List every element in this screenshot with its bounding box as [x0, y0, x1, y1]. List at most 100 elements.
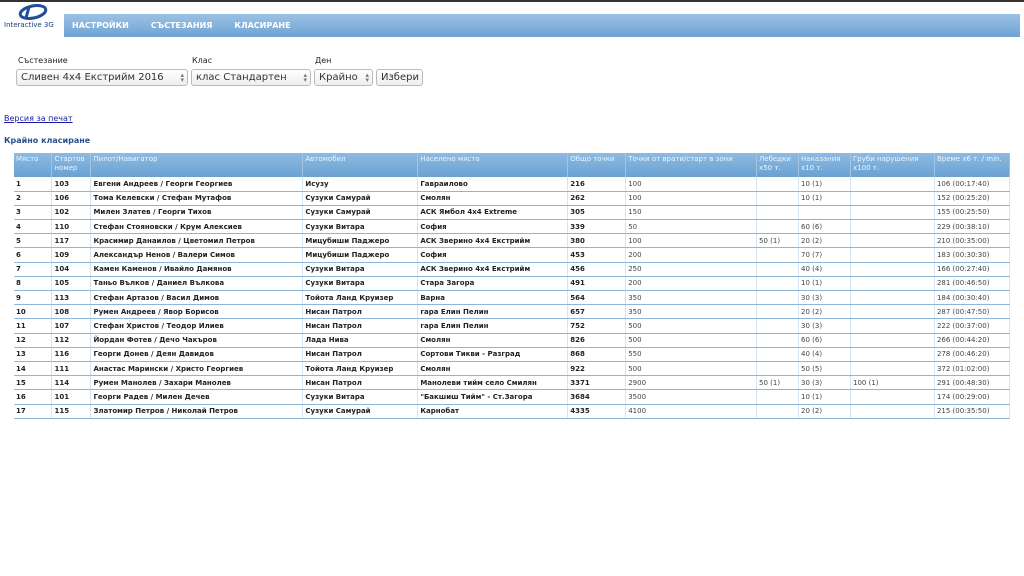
cell-gate-points: 350	[625, 290, 758, 306]
cell-total-points: 826	[567, 333, 627, 348]
cell-penalties: 60 (6)	[798, 219, 852, 235]
cell-winch	[756, 290, 800, 306]
table-row: 4 110 Стефан Стояновски / Крум Алексиев Суз…	[14, 219, 1011, 235]
cell-place: 6	[14, 247, 53, 263]
cell-gate-points: 4100	[625, 404, 758, 419]
cell-gate-points: 350	[625, 304, 758, 320]
cell-pilot-navigator: Стефан Христов / Теодор Илиев	[90, 318, 304, 334]
cell-time: 215 (00:35:50)	[934, 404, 1011, 419]
cell-vehicle: Мицубиши Паджеро	[302, 247, 419, 263]
cell-penalties: 40 (4)	[798, 262, 852, 277]
cell-total-points: 4335	[567, 404, 627, 419]
cell-total-points: 305	[567, 205, 627, 221]
cell-gate-points: 200	[625, 276, 758, 292]
cell-city: Карнобат	[417, 404, 569, 419]
cell-pilot-navigator: Румен Андреев / Явор Борисов	[90, 304, 304, 320]
cell-time: 152 (00:25:20)	[934, 191, 1011, 206]
class-select[interactable]: клас Стандартен ▴ ▾	[191, 69, 311, 86]
cell-violations	[850, 333, 935, 348]
cell-total-points: 380	[567, 233, 627, 249]
table-row: 6 109 Александър Ненов / Валери Симов Мицуб…	[14, 247, 1011, 263]
cell-vehicle: Нисан Патрол	[302, 375, 419, 391]
cell-pilot-navigator: Камен Каменов / Ивайло Дамянов	[90, 262, 304, 277]
cell-time: 174 (00:29:00)	[934, 389, 1011, 405]
cell-city: гара Елин Пелин	[417, 304, 569, 320]
cell-gate-points: 50	[625, 219, 758, 235]
cell-gate-points: 500	[625, 333, 758, 348]
cell-violations	[850, 304, 935, 320]
column-header-vehicle: Автомобил	[302, 153, 419, 177]
cell-vehicle: Лада Нива	[302, 333, 419, 348]
cell-winch	[756, 318, 800, 334]
cell-pilot-navigator: Таньо Вълков / Даниел Вълкова	[90, 276, 304, 292]
cell-city: Смолян	[417, 361, 569, 377]
cell-violations: 100 (1)	[850, 375, 935, 391]
cell-penalties	[798, 205, 852, 221]
nav-settings[interactable]: НАСТРОЙКИ	[72, 21, 129, 30]
cell-winch: 50 (1)	[756, 375, 800, 391]
cell-start-number: 106	[51, 191, 92, 206]
table-row: 13 116 Георги Донев / Деян Давидов Нисан Па…	[14, 347, 1011, 362]
cell-total-points: 922	[567, 361, 627, 377]
cell-winch	[756, 177, 800, 192]
cell-total-points: 453	[567, 247, 627, 263]
print-version-link[interactable]: Версия за печат	[4, 114, 73, 123]
cell-pilot-navigator: Георги Донев / Деян Давидов	[90, 347, 304, 362]
column-header-penalties: Наказания x10 т.	[798, 153, 852, 177]
cell-time: 222 (00:37:00)	[934, 318, 1011, 334]
cell-city: АСК Зверино 4x4 Екстрийм	[417, 262, 569, 277]
cell-start-number: 103	[51, 177, 92, 192]
cell-violations	[850, 262, 935, 277]
cell-gate-points: 100	[625, 191, 758, 206]
cell-city: Манолеви тийм село Смилян	[417, 375, 569, 391]
cell-time: 155 (00:25:50)	[934, 205, 1011, 221]
cell-violations	[850, 290, 935, 306]
cell-start-number: 112	[51, 333, 92, 348]
competition-select[interactable]: Сливен 4x4 Екстрийм 2016 ▴ ▾	[16, 69, 188, 86]
select-button[interactable]: Избери	[376, 69, 423, 86]
cell-violations	[850, 205, 935, 221]
class-value: клас Стандартен	[196, 72, 287, 83]
cell-pilot-navigator: Георги Радев / Милен Дечев	[90, 389, 304, 405]
cell-gate-points: 250	[625, 262, 758, 277]
table-row: 7 104 Камен Каменов / Ивайло Дамянов Сузуки…	[14, 262, 1011, 277]
cell-total-points: 339	[567, 219, 627, 235]
cell-violations	[850, 233, 935, 249]
cell-penalties: 60 (6)	[798, 333, 852, 348]
logo[interactable]: Interactive 3G	[4, 4, 60, 34]
cell-penalties: 50 (5)	[798, 361, 852, 377]
cell-time: 266 (00:44:20)	[934, 333, 1011, 348]
cell-start-number: 105	[51, 276, 92, 292]
select-arrows-icon: ▴ ▾	[365, 71, 369, 84]
nav-rankings[interactable]: КЛАСИРАНЕ	[234, 21, 290, 30]
cell-place: 12	[14, 333, 53, 348]
table-row: 2 106 Тома Келевски / Стефан Мутафов Сузуки…	[14, 191, 1011, 206]
cell-winch	[756, 205, 800, 221]
nav-competitions[interactable]: СЪСТЕЗАНИЯ	[151, 21, 213, 30]
cell-vehicle: Сузуки Витара	[302, 276, 419, 292]
cell-city: София	[417, 247, 569, 263]
cell-total-points: 564	[567, 290, 627, 306]
cell-winch	[756, 247, 800, 263]
cell-penalties: 30 (3)	[798, 375, 852, 391]
class-label: Клас	[192, 56, 213, 65]
cell-penalties: 10 (1)	[798, 191, 852, 206]
cell-place: 10	[14, 304, 53, 320]
column-header-violations: Груби нарушения x100 т.	[850, 153, 935, 177]
cell-start-number: 117	[51, 233, 92, 249]
cell-penalties: 10 (1)	[798, 389, 852, 405]
section-title: Крайно класиране	[4, 136, 91, 145]
cell-start-number: 107	[51, 318, 92, 334]
cell-vehicle: Тойота Ланд Круизер	[302, 290, 419, 306]
column-header-time: Време x6 т. / min.	[934, 153, 1011, 177]
cell-vehicle: Сузуки Витара	[302, 389, 419, 405]
cell-time: 291 (00:48:30)	[934, 375, 1011, 391]
cell-winch	[756, 347, 800, 362]
cell-start-number: 110	[51, 219, 92, 235]
day-select[interactable]: Крайно ▴ ▾	[314, 69, 373, 86]
cell-place: 14	[14, 361, 53, 377]
cell-place: 15	[14, 375, 53, 391]
cell-time: 278 (00:46:20)	[934, 347, 1011, 362]
cell-pilot-navigator: Златомир Петров / Николай Петров	[90, 404, 304, 419]
table-row: 11 107 Стефан Христов / Теодор Илиев Нисан …	[14, 318, 1011, 334]
